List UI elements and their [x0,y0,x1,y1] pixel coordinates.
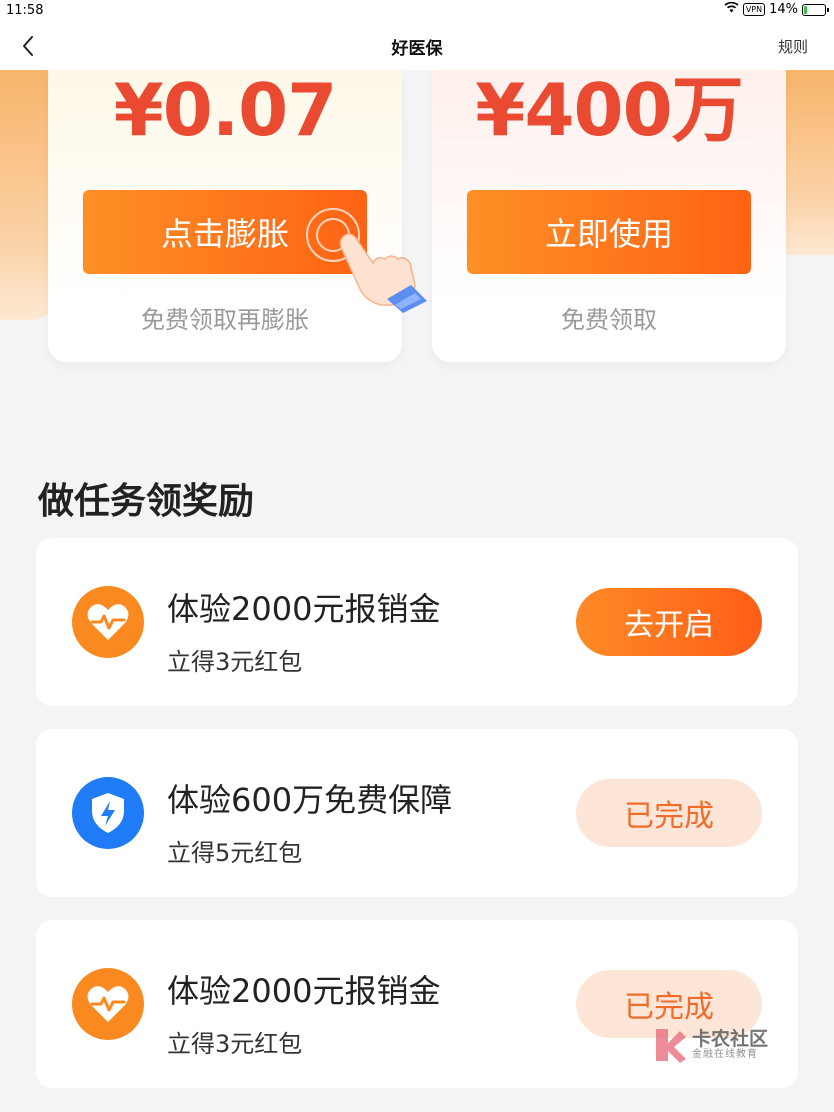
task-completed-button[interactable]: 已完成 [576,779,762,847]
task-title: 体验600万免费保障 [167,781,453,819]
watermark: 卡农社区 金融在线教育 [652,1022,782,1068]
reward-amount: ¥0.07 [113,68,338,152]
tap-hand-icon [306,208,427,313]
status-bar: 11:58 VPN 14% [0,0,834,22]
wifi-icon [724,1,739,17]
heart-pulse-icon [72,968,144,1040]
task-reward: 立得3元红包 [167,1030,303,1058]
status-time: 11:58 [6,3,44,18]
task-title: 体验2000元报销金 [167,972,441,1010]
section-title: 做任务领奖励 [38,481,255,522]
battery-percent: 14% [769,2,798,17]
task-reward: 立得3元红包 [167,648,303,676]
shield-bolt-icon [72,777,144,849]
vpn-badge: VPN [742,3,766,16]
battery-fill [804,5,807,14]
watermark-name: 卡农社区 [692,1028,769,1050]
heart-pulse-icon [72,586,144,658]
watermark-logo-icon [656,1029,686,1063]
watermark-sub: 金融在线教育 [692,1049,758,1060]
coverage-sub: 免费领取 [561,306,657,334]
task-title: 体验2000元报销金 [167,590,441,628]
battery-icon [802,3,829,16]
coverage-amount: ¥400万 [475,68,743,152]
task-card: 体验600万免费保障 立得5元红包 已完成 [36,729,798,897]
task-card: 体验2000元报销金 立得3元红包 去开启 [36,538,798,706]
reward-card-coverage: ¥400万 立即使用 免费领取 [432,70,786,362]
nav-bar: 好医保 规则 [0,22,834,70]
rules-link[interactable]: 规则 [778,36,808,57]
hero-section: ¥0.07 点击膨胀 免费领取再膨胀 ¥400万 立即使用 免费领取 [0,70,834,370]
watermark-text: 卡农社区 金融在线教育 [692,1029,768,1061]
status-indicators: VPN 14% [724,1,829,17]
task-start-button[interactable]: 去开启 [576,588,762,656]
use-now-button[interactable]: 立即使用 [467,190,751,274]
reward-card-cash: ¥0.07 点击膨胀 免费领取再膨胀 [48,68,427,362]
page-title: 好医保 [391,39,443,59]
task-reward: 立得5元红包 [167,839,303,867]
hero-decor-right [784,70,834,255]
